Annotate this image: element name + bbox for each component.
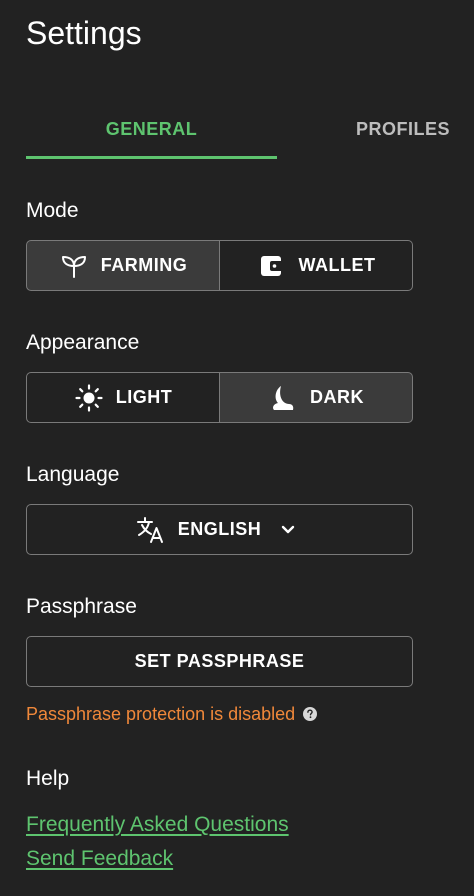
- dark-label: DARK: [310, 387, 364, 407]
- appearance-label: Appearance: [26, 331, 140, 354]
- passphrase-status: Passphrase protection is disabled: [26, 702, 318, 726]
- send-feedback-link[interactable]: Send Feedback: [26, 845, 173, 873]
- passphrase-status-text: Passphrase protection is disabled: [26, 704, 296, 724]
- active-tab-indicator: [26, 156, 277, 159]
- help-label: Help: [26, 767, 70, 790]
- help-circle-icon[interactable]: [303, 707, 318, 721]
- light-theme-button[interactable]: LIGHT: [26, 372, 220, 423]
- mode-toggle: FARMING WALLET: [26, 240, 413, 291]
- wallet-label: WALLET: [298, 255, 376, 275]
- translate-icon: [136, 515, 166, 545]
- language-value: ENGLISH: [177, 519, 262, 539]
- sprout-icon: [59, 251, 89, 281]
- farming-mode-button[interactable]: FARMING: [26, 240, 220, 291]
- settings-page: Settings GENERAL PROFILES Mode FARMING W…: [0, 0, 474, 896]
- sun-icon: [74, 383, 104, 413]
- passphrase-label: Passphrase: [26, 595, 137, 618]
- wallet-mode-button[interactable]: WALLET: [220, 240, 413, 291]
- set-passphrase-label: SET PASSPHRASE: [134, 651, 305, 671]
- farming-label: FARMING: [100, 255, 188, 275]
- tab-profiles[interactable]: PROFILES: [330, 100, 474, 158]
- appearance-toggle: LIGHT DARK: [26, 372, 413, 423]
- language-label: Language: [26, 463, 120, 486]
- light-label: LIGHT: [115, 387, 173, 407]
- moon-icon: [268, 383, 298, 413]
- set-passphrase-button[interactable]: SET PASSPHRASE: [26, 636, 413, 687]
- page-title: Settings: [26, 15, 142, 51]
- mode-label: Mode: [26, 199, 79, 222]
- faq-link[interactable]: Frequently Asked Questions: [26, 811, 289, 839]
- tab-general[interactable]: GENERAL: [26, 100, 277, 158]
- settings-tabs: GENERAL PROFILES: [0, 100, 474, 160]
- language-select[interactable]: ENGLISH: [26, 504, 413, 555]
- chevron-down-icon: [273, 515, 303, 545]
- dark-theme-button[interactable]: DARK: [220, 372, 413, 423]
- wallet-icon: [257, 251, 287, 281]
